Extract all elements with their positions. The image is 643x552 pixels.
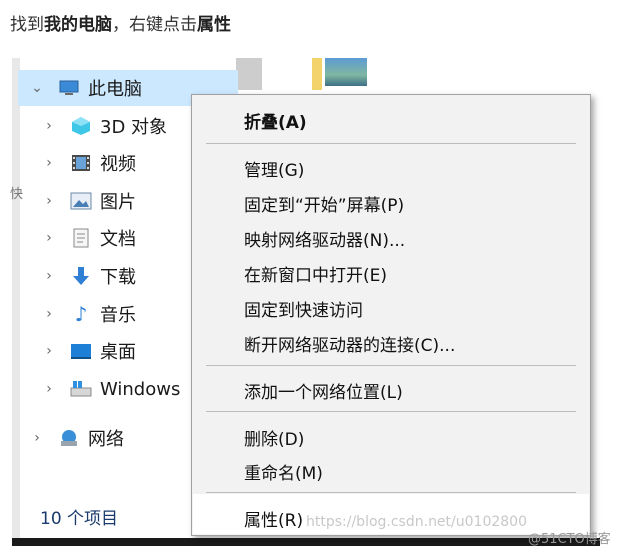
tree-item-label: 视频	[100, 154, 136, 175]
computer-icon	[58, 77, 80, 99]
menu-item-collapse[interactable]: 折叠(A)	[244, 108, 307, 133]
tree-item-videos[interactable]: › 视频	[42, 145, 136, 181]
menu-separator	[206, 143, 576, 144]
scrollbar-thumb[interactable]	[236, 58, 262, 90]
menu-item-open-new-window[interactable]: 在新窗口中打开(E)	[244, 261, 387, 286]
status-bar-item-count: 10 个项目	[40, 509, 119, 529]
tree-item-desktop[interactable]: › 桌面	[42, 333, 136, 369]
chevron-right-icon[interactable]: ›	[42, 268, 56, 284]
tree-item-label: 音乐	[100, 305, 136, 326]
chevron-right-icon[interactable]: ›	[42, 155, 56, 171]
chevron-right-icon[interactable]: ›	[30, 430, 44, 446]
menu-item-pin-to-start[interactable]: 固定到“开始”屏幕(P)	[244, 191, 404, 216]
caption-my-computer: 我的电脑	[44, 15, 112, 35]
network-icon	[58, 427, 80, 449]
tree-item-label: 此电脑	[88, 79, 142, 100]
menu-item-rename[interactable]: 重命名(M)	[244, 459, 323, 484]
chevron-right-icon[interactable]: ›	[42, 230, 56, 246]
pictures-icon	[70, 190, 92, 212]
chevron-right-icon[interactable]: ›	[42, 193, 56, 209]
tree-item-network[interactable]: › 网络	[30, 420, 124, 456]
tree-item-label: 网络	[88, 429, 124, 450]
watermark-url: https://blog.csdn.net/u0102800	[306, 514, 527, 530]
tree-item-windows-drive[interactable]: › Windows	[42, 371, 180, 407]
documents-icon	[70, 227, 92, 249]
chevron-right-icon[interactable]: ›	[42, 343, 56, 359]
tree-item-this-pc[interactable]: ⌄ 此电脑	[30, 70, 142, 106]
folder-thumbnail[interactable]	[312, 58, 322, 90]
chevron-right-icon[interactable]: ›	[42, 381, 56, 397]
downloads-icon	[70, 265, 92, 287]
windows-drive-icon	[70, 378, 92, 400]
tree-item-label: 3D 对象	[100, 117, 168, 138]
tree-item-label: 图片	[100, 192, 136, 213]
3d-objects-icon	[70, 115, 92, 137]
music-icon: ♪	[74, 302, 88, 326]
tree-item-label: 文档	[100, 229, 136, 250]
menu-separator	[206, 365, 576, 366]
menu-separator	[206, 492, 576, 493]
chevron-right-icon[interactable]: ›	[42, 306, 56, 322]
chevron-right-icon[interactable]: ›	[42, 118, 56, 134]
tree-item-label: 桌面	[100, 342, 136, 363]
tree-item-downloads[interactable]: › 下载	[42, 258, 136, 294]
tree-item-label: 下载	[100, 267, 136, 288]
tree-item-documents[interactable]: › 文档	[42, 220, 136, 256]
image-thumbnail[interactable]	[325, 58, 367, 86]
tree-item-music[interactable]: › ♪ 音乐	[42, 296, 136, 332]
watermark-credit: @51CTO博客	[528, 532, 611, 547]
menu-item-delete[interactable]: 删除(D)	[244, 425, 304, 450]
menu-item-map-network-drive[interactable]: 映射网络驱动器(N)...	[244, 226, 405, 251]
menu-item-add-network-location[interactable]: 添加一个网络位置(L)	[244, 378, 403, 403]
instruction-caption: 找到我的电脑，右键点击属性	[10, 10, 231, 35]
taskbar-strip	[12, 538, 600, 546]
chevron-down-icon[interactable]: ⌄	[30, 80, 44, 96]
video-icon	[70, 152, 92, 174]
quick-access-fragment: 快	[10, 187, 24, 202]
caption-properties: 属性	[197, 15, 231, 35]
menu-item-manage[interactable]: 管理(G)	[244, 156, 304, 181]
context-menu: 折叠(A) 管理(G) 固定到“开始”屏幕(P) 映射网络驱动器(N)... 在…	[191, 94, 591, 536]
window-edge	[12, 58, 20, 542]
caption-prefix: 找到	[10, 15, 44, 35]
tree-item-3d-objects[interactable]: › 3D 对象	[42, 108, 167, 144]
menu-item-pin-quick-access[interactable]: 固定到快速访问	[244, 296, 363, 321]
menu-item-properties[interactable]: 属性(R)	[244, 506, 303, 531]
menu-separator	[206, 411, 576, 412]
tree-item-pictures[interactable]: › 图片	[42, 183, 136, 219]
menu-item-disconnect-network-drive[interactable]: 断开网络驱动器的连接(C)...	[244, 331, 455, 356]
caption-middle: ，右键点击	[112, 15, 197, 35]
tree-item-label: Windows	[100, 378, 181, 400]
desktop-icon	[70, 340, 92, 362]
